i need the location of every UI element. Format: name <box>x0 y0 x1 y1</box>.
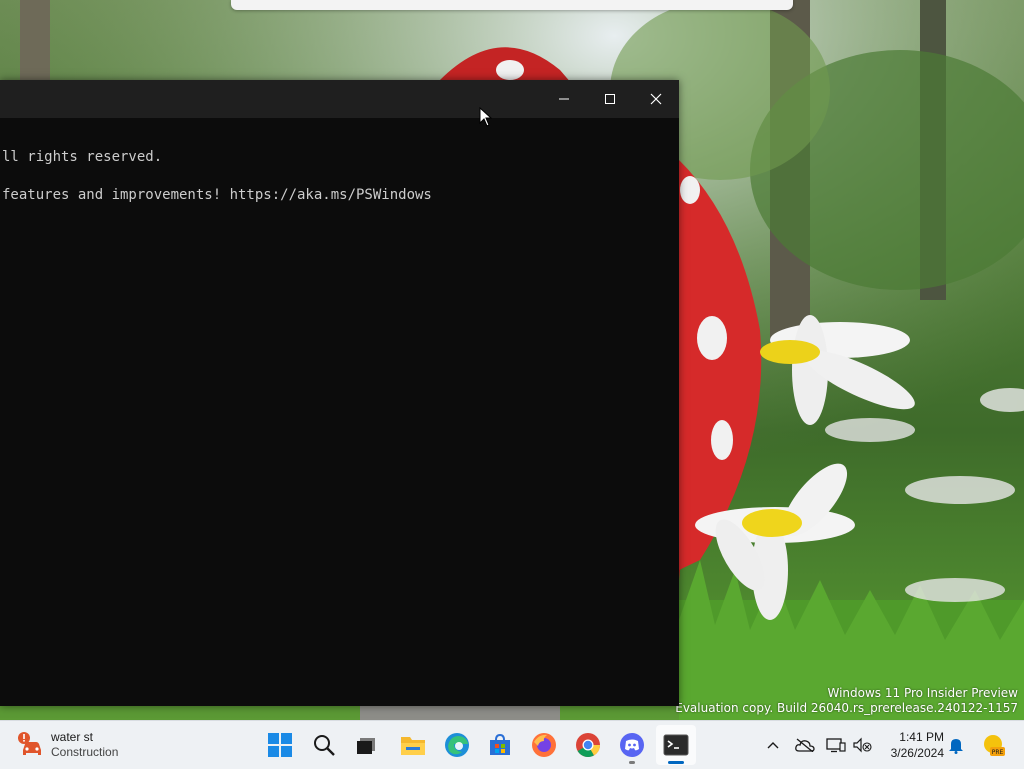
minimize-icon <box>559 98 569 100</box>
close-button[interactable] <box>633 80 679 118</box>
maximize-icon <box>605 94 615 104</box>
terminal-line-copyright: ll rights reserved. <box>2 149 163 165</box>
weather-subtitle: Construction <box>51 745 119 759</box>
chevron-up-icon <box>767 742 779 749</box>
windows-logo-icon <box>268 733 292 757</box>
insider-pre-icon: PRE <box>984 735 1005 756</box>
mouse-pointer-icon <box>479 106 493 132</box>
chrome-icon <box>576 733 600 758</box>
terminal-output[interactable]: ll rights reserved. features and improve… <box>0 118 679 706</box>
search-icon <box>314 735 335 756</box>
svg-text:PRE: PRE <box>992 749 1004 756</box>
onedrive-tray-item[interactable] <box>794 733 816 757</box>
clock-date: 3/26/2024 <box>890 746 944 760</box>
firefox-icon <box>532 733 556 757</box>
weather-widget[interactable]: water st Construction <box>16 727 118 763</box>
search-button[interactable] <box>304 725 344 765</box>
traffic-alert-icon <box>16 730 46 760</box>
folder-icon <box>401 737 425 755</box>
chrome-button[interactable] <box>568 725 608 765</box>
watermark-build: Evaluation copy. Build 26040.rs_prerelea… <box>675 701 1018 715</box>
microsoft-store-button[interactable] <box>480 725 520 765</box>
maximize-button[interactable] <box>587 80 633 118</box>
file-explorer-button[interactable] <box>393 725 433 765</box>
edge-icon <box>445 733 469 757</box>
discord-icon <box>620 733 644 757</box>
show-hidden-icons-button[interactable] <box>762 733 784 757</box>
start-button[interactable] <box>260 725 300 765</box>
discord-button[interactable] <box>612 725 652 765</box>
close-icon <box>650 93 662 105</box>
edge-button[interactable] <box>437 725 477 765</box>
task-view-button[interactable] <box>346 725 386 765</box>
system-clock[interactable]: 1:41 PM 3/26/2024 <box>878 729 944 761</box>
running-indicator <box>629 761 635 764</box>
insider-badge[interactable]: PRE <box>980 733 1006 757</box>
terminal-icon <box>663 734 689 756</box>
watermark-edition: Windows 11 Pro Insider Preview <box>827 686 1018 700</box>
minimize-button[interactable] <box>541 80 587 118</box>
terminal-button[interactable] <box>656 725 696 765</box>
notifications-button[interactable] <box>945 733 967 757</box>
partial-window-top-edge <box>231 0 793 10</box>
store-icon <box>490 733 510 755</box>
cloud-offline-icon <box>795 738 815 752</box>
display-icon <box>826 738 846 753</box>
task-view-icon <box>357 738 375 754</box>
display-tray-item[interactable] <box>825 733 847 757</box>
terminal-window[interactable]: ll rights reserved. features and improve… <box>0 80 679 706</box>
clock-time: 1:41 PM <box>899 730 944 744</box>
firefox-button[interactable] <box>524 725 564 765</box>
terminal-line-upgrade-notice: features and improvements! https://aka.m… <box>2 187 432 203</box>
terminal-titlebar[interactable] <box>0 80 679 118</box>
active-window-indicator <box>668 761 684 764</box>
speaker-muted-icon <box>853 737 872 753</box>
notification-bell-icon <box>949 739 963 754</box>
volume-tray-item[interactable] <box>851 733 873 757</box>
taskbar: water st Construction 1:41 PM 3/26/2024 … <box>0 720 1024 769</box>
weather-title: water st <box>51 730 94 744</box>
